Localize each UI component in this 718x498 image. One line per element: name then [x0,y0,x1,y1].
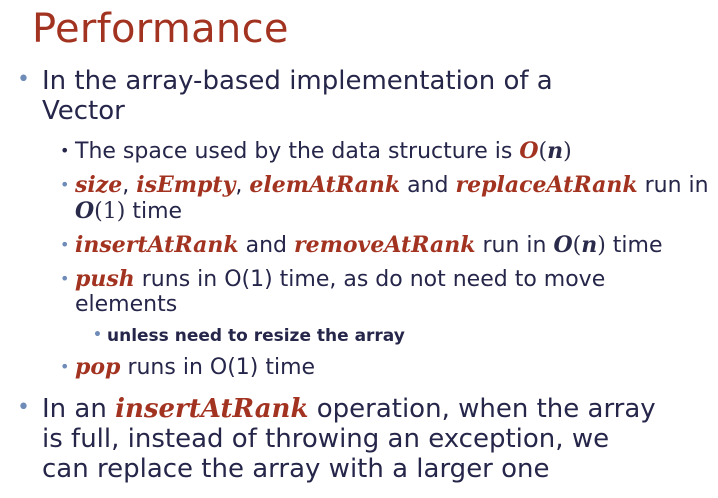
bullet-text: Vector [42,96,125,126]
bullet-insert-growth: • In an insertAtRank operation, when the… [17,394,656,424]
bullet-text: In the array-based implementation of a [42,66,553,96]
bullet-dot-icon: • [17,67,30,92]
subbullet-push-cont: elements [75,292,177,318]
bullet-insert-growth-cont2: can replace the array with a larger one [42,454,550,484]
subbullet-text: The space used by the data structure is [75,139,520,164]
bullet-text: In an [42,394,116,424]
subbullet-text: time [605,233,663,258]
method-pop: pop [75,354,121,380]
bullet-array-implementation: • In the array-based implementation of a [17,66,553,96]
method-elematrank: elemAtRank [249,172,401,198]
paren-open: ( [572,233,582,258]
bullet-dot-icon: • [60,235,70,254]
subbullet-linear-ops: • insertAtRank and removeAtRank run in O… [60,232,663,259]
paren-close: ) [563,139,572,164]
method-push: push [75,266,135,292]
bullet-dot-icon: • [60,269,70,288]
bullet-text: operation, when the array [308,394,656,424]
method-removeatrank: removeAtRank [294,232,476,258]
complexity-arg: (1) [94,199,126,224]
conjunction: and [238,233,295,258]
paren-open: ( [538,139,548,164]
subbullet-constant-ops: • size, isEmpty, elemAtRank and replaceA… [60,172,709,199]
method-insertatrank: insertAtRank [75,232,239,258]
method-insertatrank: insertAtRank [115,394,309,424]
subbullet-constant-ops-cont: O(1) time [75,198,182,225]
method-size: size [75,172,123,198]
bullet-dot-icon: • [93,327,102,343]
subbullet-text: run in [475,233,554,258]
slide-title: Performance [32,6,289,52]
subbullet-space: • The space used by the data structure i… [60,138,572,165]
subsubbullet-resize: • unless need to resize the array [93,326,405,346]
separator: , [122,173,137,198]
method-isempty: isEmpty [136,172,236,198]
subbullet-text: time [125,199,183,224]
paren-close: ) [597,233,606,258]
subbullet-pop: • pop runs in O(1) time [60,354,316,381]
bullet-dot-icon: • [60,357,70,376]
bullet-insert-growth-cont: is full, instead of throwing an exceptio… [42,424,609,454]
conjunction: and [400,173,456,198]
subbullet-text: run in [637,173,709,198]
n-symbol: n [547,138,564,164]
bullet-dot-icon: • [60,141,70,160]
bullet-array-implementation-cont: Vector [42,96,125,126]
bullet-text: can replace the array with a larger one [42,454,550,484]
bullet-text: is full, instead of throwing an exceptio… [42,424,610,454]
big-o-symbol: O [75,198,95,224]
separator: , [235,173,250,198]
bullet-dot-icon: • [60,175,70,194]
big-o-symbol: O [519,138,539,164]
subbullet-text: runs in O(1) time [120,355,316,380]
subbullet-text: runs in O(1) time, as do not need to mov… [134,267,606,292]
n-symbol: n [581,232,598,258]
subsubbullet-text: unless need to resize the array [107,326,405,346]
big-o-symbol: O [553,232,573,258]
subbullet-text: elements [75,292,178,317]
subbullet-push: • push runs in O(1) time, as do not need… [60,266,606,293]
method-replaceatrank: replaceAtRank [455,172,638,198]
bullet-dot-icon: • [17,395,30,420]
